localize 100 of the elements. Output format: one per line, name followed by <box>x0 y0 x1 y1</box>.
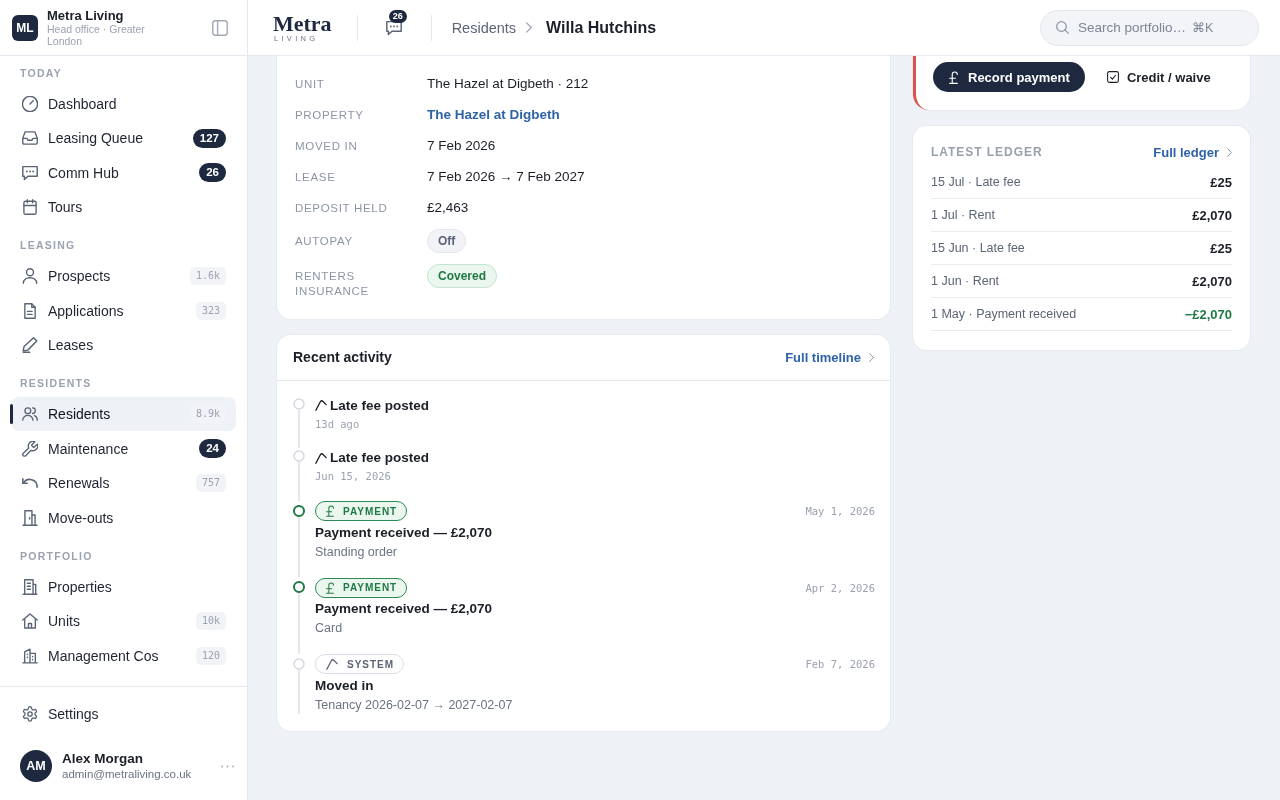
sidebar-toggle-icon <box>212 19 228 36</box>
more-icon <box>221 764 234 768</box>
status-pill: Off <box>427 229 467 253</box>
sidebar-toggle-button[interactable] <box>212 19 228 36</box>
ledger-amount: £25 <box>1210 174 1232 190</box>
count-badge: 26 <box>199 163 226 182</box>
document-icon <box>22 302 38 319</box>
brand-name: Metra Living <box>47 8 124 23</box>
shortcut-hint: ⌘K <box>1192 19 1214 36</box>
primary-button[interactable]: Record payment <box>933 62 1085 92</box>
ledger-link[interactable]: Full ledger <box>1153 144 1232 160</box>
event-title: Late fee posted <box>330 449 430 467</box>
ledger-amount: £2,070 <box>1192 207 1232 223</box>
nav-item[interactable]: Move-outs <box>11 500 236 535</box>
count-badge: 10k <box>195 612 226 630</box>
nav-item[interactable]: Comm Hub 26 <box>11 155 236 190</box>
pencil-icon <box>22 337 38 353</box>
nav-item[interactable]: Dashboard <box>11 86 236 121</box>
nav-item[interactable]: Maintenance 24 <box>11 431 236 466</box>
count-badge: 120 <box>195 646 226 665</box>
ledger-amount: £25 <box>1210 240 1232 256</box>
inbox-icon <box>22 130 38 146</box>
category-tag: SYSTEM <box>315 654 405 674</box>
ledger-description: 1 May · Payment received <box>931 307 1077 321</box>
timeline-marker-icon <box>293 450 305 462</box>
gauge-icon <box>22 95 38 112</box>
search-icon <box>1056 21 1069 34</box>
more-button[interactable] <box>221 764 234 768</box>
brand-subtitle: Head office · Greater London <box>47 23 146 47</box>
peak-line-icon <box>315 400 327 411</box>
chevron-right-icon <box>1227 147 1232 157</box>
count-badge: 757 <box>195 474 226 492</box>
nav-item[interactable]: Residents 8.9k <box>11 396 236 432</box>
ledger-amount: −£2,070 <box>1184 306 1232 322</box>
category-tag: PAYMENT <box>315 501 408 521</box>
timeline-marker-icon <box>293 581 305 593</box>
field-label: DEPOSIT HELD <box>295 200 388 216</box>
nav-item[interactable]: Settings <box>11 697 236 732</box>
nav-item[interactable]: Tours <box>11 189 236 225</box>
nav-item[interactable]: Units 10k <box>11 603 236 639</box>
nav-item[interactable]: Prospects 1.6k <box>11 258 236 294</box>
chevron-right-icon <box>526 22 533 33</box>
undo-arrow-icon <box>22 475 38 491</box>
nav-item[interactable]: Renewals 757 <box>11 465 236 501</box>
page-title: Willa Hutchins <box>546 18 657 37</box>
ledger-description: 15 Jun · Late fee <box>931 241 1025 255</box>
section-label: TODAY <box>20 66 62 80</box>
secondary-button[interactable]: Credit / waive <box>1100 62 1217 92</box>
category-tag: PAYMENT <box>315 577 408 598</box>
timeline-marker-icon <box>293 657 305 670</box>
timeline-marker-icon <box>293 397 305 410</box>
ledger-description: 1 Jul · Rent <box>931 208 995 222</box>
field-label: PROPERTY <box>295 107 364 123</box>
field-value: 7 Feb 2026 <box>427 137 496 155</box>
user-email: admin@metraliving.co.uk <box>62 766 192 782</box>
wrench-icon <box>22 440 38 457</box>
section-label: LEASING <box>20 239 76 252</box>
property-link[interactable]: The Hazel at Digbeth <box>427 105 560 125</box>
event-title: Payment received — £2,070 <box>315 523 493 542</box>
chat-icon <box>22 164 38 181</box>
nav-item[interactable]: Leasing Queue 127 <box>11 120 236 156</box>
settings-icon <box>22 706 38 723</box>
brand-logo: ML <box>12 14 38 41</box>
house-icon <box>22 613 38 629</box>
event-date: Apr 2, 2026 <box>805 581 875 594</box>
event-title: Late fee posted <box>330 396 430 415</box>
field-label: UNIT <box>295 76 325 92</box>
door-icon <box>22 509 38 526</box>
nav-item[interactable]: Management Cos 120 <box>11 638 236 673</box>
pound-icon <box>949 70 958 84</box>
buildings-icon <box>22 647 38 664</box>
avatar: AM <box>20 750 52 782</box>
count-badge: 26 <box>388 9 407 23</box>
timeline-link[interactable]: Full timeline <box>785 349 874 365</box>
event-title: Moved in <box>315 676 374 695</box>
breadcrumb-link[interactable]: Residents <box>451 19 517 36</box>
event-date: Feb 7, 2026 <box>805 658 875 670</box>
event-detail: Card <box>315 620 343 637</box>
count-badge: 1.6k <box>189 267 226 285</box>
nav-item[interactable]: Applications 323 <box>11 293 236 328</box>
people-icon <box>22 406 38 422</box>
peak-line-icon <box>326 658 338 670</box>
user-name: Alex Morgan <box>62 750 143 767</box>
timeline-marker-icon <box>293 504 305 517</box>
event-detail: Tenancy 2026-02-07 → 2027-02-07 <box>315 696 513 714</box>
field-value: The Hazel at Digbeth · 212 <box>427 75 589 93</box>
chevron-right-icon <box>869 352 874 362</box>
nav-item[interactable]: Leases <box>11 327 236 363</box>
field-value: 7 Feb 2026 → 7 Feb 2027 <box>427 168 585 186</box>
field-label: MOVED IN <box>295 138 358 154</box>
checkbox-icon <box>1106 71 1119 83</box>
field-label: LEASE <box>295 169 336 185</box>
section-title: LATEST LEDGER <box>931 145 1043 159</box>
building-icon <box>22 578 38 595</box>
count-badge: 323 <box>195 301 226 320</box>
event-date: May 1, 2026 <box>805 505 875 517</box>
section-label: RESIDENTS <box>20 377 92 390</box>
nav-item[interactable]: Properties <box>11 569 236 604</box>
count-badge: 24 <box>199 439 226 458</box>
field-value: £2,463 <box>427 199 469 217</box>
